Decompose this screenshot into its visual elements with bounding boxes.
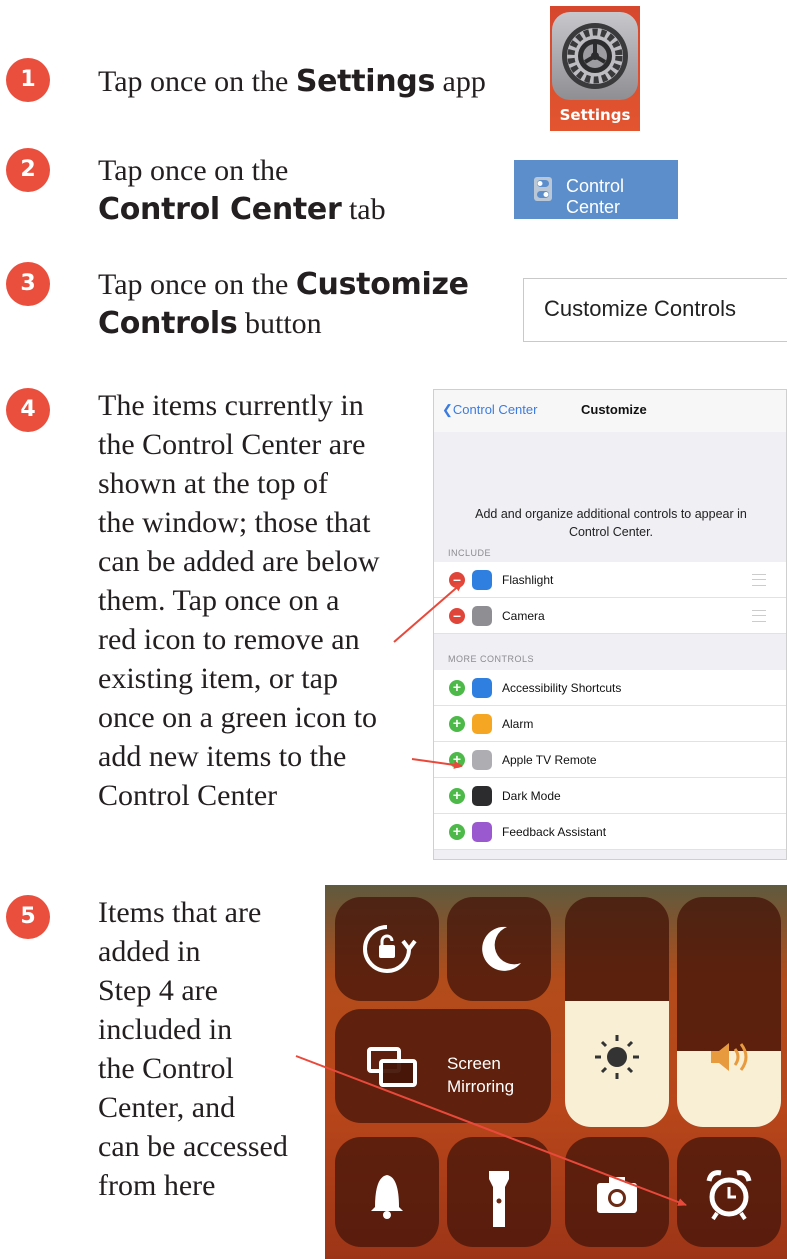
step-4-text: The items currently in the Control Cente… — [98, 389, 380, 812]
customize-controls-label: Customize Controls — [544, 296, 736, 321]
remove-icon[interactable]: – — [449, 572, 465, 588]
list-item-dark-mode: + Dark Mode — [434, 778, 786, 814]
item-name: Camera — [502, 609, 545, 623]
step-5-text: Items that are added in Step 4 are inclu… — [98, 896, 288, 1202]
settings-icon-label: Settings — [559, 106, 631, 124]
remote-icon — [472, 750, 492, 770]
screen-mirroring-label: Screen Mirroring — [447, 1054, 515, 1096]
add-icon[interactable]: + — [449, 788, 465, 804]
moon-icon — [482, 926, 521, 971]
list-item-flashlight: – Flashlight — [434, 562, 786, 598]
settings-app-icon[interactable]: Settings — [550, 6, 640, 131]
list-item-camera: – Camera — [434, 598, 786, 634]
reorder-handle-icon[interactable] — [752, 574, 766, 586]
add-icon[interactable]: + — [449, 716, 465, 732]
gear-tile — [552, 12, 638, 100]
brightness-icon — [595, 1035, 639, 1079]
step-2-text: Tap once on the Control Center tab — [98, 154, 386, 227]
step-3-text: Tap once on the Customize Controls butto… — [98, 267, 469, 341]
remove-icon[interactable]: – — [449, 608, 465, 624]
step-3-badge: 3 — [6, 262, 50, 306]
step-5-badge: 5 — [6, 895, 50, 939]
screen-mirroring-icon — [367, 1047, 417, 1087]
controls-bold: Controls — [98, 306, 238, 341]
control-center-panel: Screen Mirroring — [325, 885, 787, 1259]
alarm-icon — [472, 714, 492, 734]
screen-mirroring-button[interactable]: Screen Mirroring — [335, 1009, 551, 1123]
item-name: Apple TV Remote — [502, 753, 597, 767]
nav-title: Customize — [581, 402, 647, 417]
camera-icon — [597, 1177, 637, 1213]
reorder-handle-icon[interactable] — [752, 610, 766, 622]
alarm-clock-icon — [706, 1170, 752, 1221]
item-name: Alarm — [502, 717, 534, 731]
list-item-feedback-assistant: + Feedback Assistant — [434, 814, 786, 850]
dark-mode-icon — [472, 786, 492, 806]
control-center-tab[interactable]: Control Center — [514, 160, 678, 219]
step-2-badge: 2 — [6, 148, 50, 192]
flashlight-icon — [489, 1171, 509, 1227]
speaker-icon — [711, 1043, 748, 1071]
flashlight-icon — [472, 570, 492, 590]
more-controls-section-header: MORE CONTROLS — [448, 654, 535, 664]
rotation-lock-icon — [363, 925, 417, 973]
feedback-icon — [472, 822, 492, 842]
customize-controls-button[interactable]: Customize Controls — [523, 278, 787, 342]
brightness-slider[interactable] — [565, 897, 669, 1127]
volume-slider[interactable] — [677, 897, 781, 1127]
step-4-badge: 4 — [6, 388, 50, 432]
list-item-apple-tv-remote: + Apple TV Remote — [434, 742, 786, 778]
item-name: Flashlight — [502, 573, 554, 587]
switches-icon — [534, 177, 552, 201]
item-name: Accessibility Shortcuts — [502, 681, 622, 695]
customize-bold: Customize — [295, 267, 469, 302]
camera-button[interactable] — [565, 1137, 669, 1247]
alarm-button[interactable] — [677, 1137, 781, 1247]
accessibility-icon — [472, 678, 492, 698]
rotation-lock-button[interactable] — [335, 897, 439, 1001]
control-center-bold: Control Center — [98, 192, 342, 227]
bell-icon — [371, 1175, 403, 1219]
gear-icon — [562, 23, 628, 89]
camera-icon — [472, 606, 492, 626]
do-not-disturb-button[interactable] — [447, 897, 551, 1001]
flashlight-button[interactable] — [447, 1137, 551, 1247]
item-name: Feedback Assistant — [502, 825, 607, 839]
control-center-tab-label: Control Center — [566, 176, 625, 217]
include-section-header: INCLUDE — [448, 548, 492, 558]
step-1-badge: 1 — [6, 58, 50, 102]
step-1-text: Tap once on the Settings app — [98, 64, 486, 99]
add-icon[interactable]: + — [449, 824, 465, 840]
list-item-accessibility-shortcuts: + Accessibility Shortcuts — [434, 670, 786, 706]
customize-screen: ❮Control Center Customize Add and organi… — [433, 389, 787, 860]
list-item-alarm: + Alarm — [434, 706, 786, 742]
chevron-left-icon: ❮ — [442, 402, 453, 417]
customize-description: Add and organize additional controls to … — [475, 507, 747, 539]
back-button[interactable]: ❮Control Center — [442, 402, 537, 418]
item-name: Dark Mode — [502, 789, 561, 803]
nav-bar: ❮Control Center Customize — [434, 390, 786, 432]
notifications-button[interactable] — [335, 1137, 439, 1247]
settings-bold: Settings — [295, 64, 436, 99]
add-icon[interactable]: + — [449, 680, 465, 696]
add-icon[interactable]: + — [449, 752, 465, 768]
